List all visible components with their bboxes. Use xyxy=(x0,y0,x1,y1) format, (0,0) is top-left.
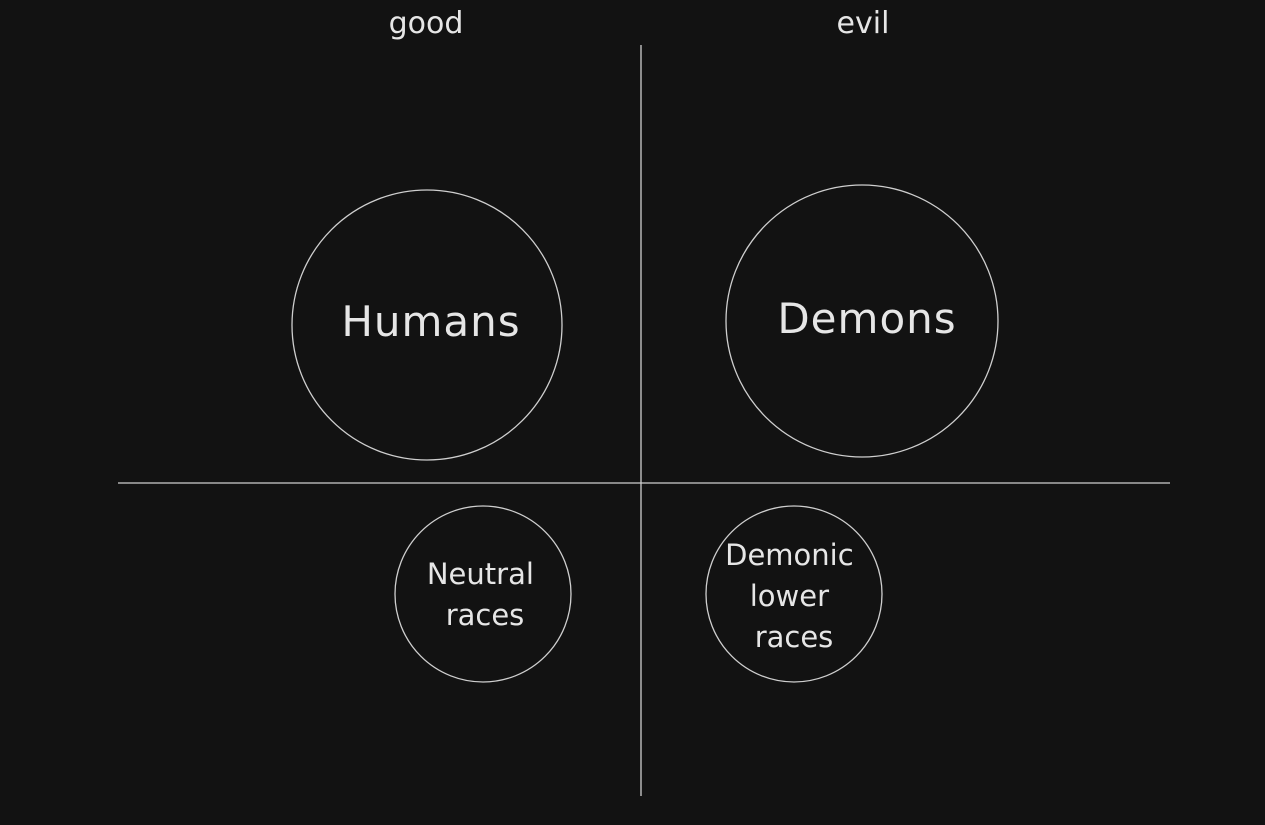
neutral-races-circle xyxy=(394,505,572,683)
neutral-races-label-line-2: races xyxy=(446,598,525,632)
diagram-svg: good evil Humans Demons Neutral races De… xyxy=(118,6,1170,796)
diagram-canvas: good evil Humans Demons Neutral races De… xyxy=(0,0,1265,820)
humans-label-line: Humans xyxy=(341,297,520,346)
demons-label-line: Demons xyxy=(777,294,956,343)
node-neutral-races: Neutral races xyxy=(394,505,572,683)
header-good: good xyxy=(389,6,464,41)
neutral-races-label: Neutral races xyxy=(427,557,543,632)
header-evil: evil xyxy=(837,6,890,41)
demonic-lower-races-label-line-2: lower xyxy=(750,579,829,613)
demonic-lower-races-label-line-3: races xyxy=(755,620,834,654)
demonic-lower-races-label-line-1: Demonic xyxy=(725,538,854,572)
demons-label: Demons xyxy=(777,294,956,343)
node-demonic-lower-races: Demonic lower races xyxy=(705,505,883,683)
node-demons: Demons xyxy=(725,184,999,458)
neutral-races-label-line-1: Neutral xyxy=(427,557,534,591)
demonic-lower-races-label: Demonic lower races xyxy=(725,538,863,654)
node-humans: Humans xyxy=(291,189,563,461)
humans-label: Humans xyxy=(341,297,520,346)
